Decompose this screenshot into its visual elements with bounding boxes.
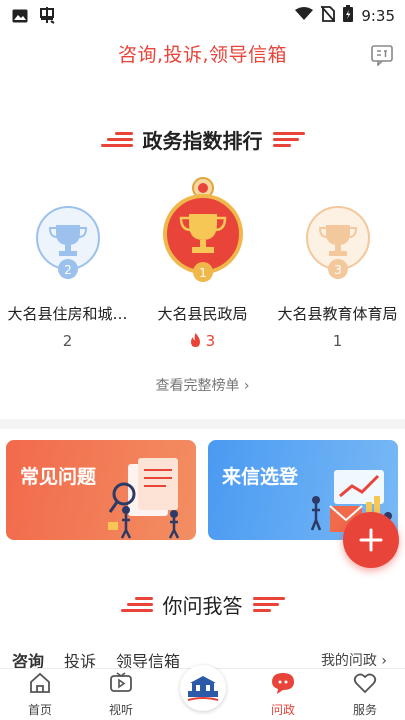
view-full-ranking-link[interactable]: 查看完整榜单 › (0, 375, 405, 395)
my-inquiries-link[interactable]: 我的问政 › (321, 650, 387, 670)
gold-trophy-icon: 1 (162, 177, 243, 282)
chat-bubble-icon (272, 673, 294, 694)
decoration-stripes-left (100, 132, 133, 147)
decoration-stripes-left (120, 597, 153, 612)
add-question-button[interactable] (343, 512, 399, 568)
decoration-stripes-right (272, 132, 305, 147)
view-full-ranking-label: 查看完整榜单 (155, 378, 240, 394)
nav-video-label: 视听 (108, 703, 133, 717)
message-icon[interactable] (371, 44, 393, 67)
nav-home[interactable]: 首页 (5, 671, 75, 718)
rank-1-number: 1 (199, 266, 207, 280)
qa-section-title: 你问我答 (0, 590, 405, 619)
no-sim-icon (320, 4, 336, 26)
documents-illustration-icon (108, 458, 180, 539)
center-logo-button[interactable] (180, 665, 226, 711)
wifi-icon (295, 6, 314, 25)
bottom-navigation: 首页 视听 问政 服务 (0, 665, 405, 720)
rank-3-score: 1 (332, 332, 343, 350)
rank-3-name: 大名县教育体育局 (277, 305, 398, 323)
fire-icon (190, 332, 206, 350)
section-divider (0, 419, 405, 429)
selected-letters-card-label: 来信选登 (222, 466, 299, 488)
image-notification-icon (12, 8, 28, 27)
plus-icon (359, 528, 383, 552)
page-title: 咨询,投诉,领导信箱 (117, 44, 288, 66)
nav-inquiry[interactable]: 问政 (248, 671, 318, 718)
decoration-stripes-right (252, 597, 285, 612)
bronze-trophy-icon: 3 (305, 206, 370, 279)
rank-1-score-value: 3 (205, 332, 216, 350)
nav-service[interactable]: 服务 (330, 671, 400, 718)
rank-1-name: 大名县民政局 (157, 305, 248, 323)
my-inquiries-label: 我的问政 (320, 653, 377, 669)
faq-card[interactable]: 常见问题 (6, 440, 196, 540)
rank-2-number: 2 (64, 263, 72, 277)
nav-inquiry-label: 问政 (270, 703, 295, 717)
ranking-section-title: 政务指数排行 (0, 125, 405, 154)
play-icon (110, 672, 132, 692)
nav-home-label: 首页 (27, 703, 52, 717)
rank-2-name: 大名县住房和城… (7, 305, 128, 323)
trophy-icon: 2 (35, 206, 100, 279)
chevron-right-icon: › (239, 378, 250, 394)
ranking-title: 政务指数排行 (142, 129, 263, 153)
rank-2-score: 2 (62, 332, 73, 350)
city-logo-icon (183, 668, 223, 708)
heart-icon (353, 673, 377, 694)
bug-notification-icon (38, 6, 56, 28)
home-icon (30, 672, 50, 693)
rank-1-badge[interactable]: 1 (135, 176, 270, 288)
status-bar: 9:35 (0, 0, 405, 30)
rank-3-number: 3 (334, 263, 342, 277)
status-time: 9:35 (361, 6, 395, 25)
faq-card-label: 常见问题 (20, 466, 97, 488)
qa-title: 你问我答 (162, 594, 243, 618)
nav-video[interactable]: 视听 (86, 671, 156, 718)
rank-1-score: 3 (135, 332, 270, 350)
rank-2-badge[interactable]: 2 (0, 205, 135, 285)
nav-service-label: 服务 (352, 703, 377, 717)
rank-3-badge[interactable]: 3 (270, 205, 405, 285)
chevron-right-icon: › (376, 653, 387, 669)
battery-icon (343, 5, 354, 26)
